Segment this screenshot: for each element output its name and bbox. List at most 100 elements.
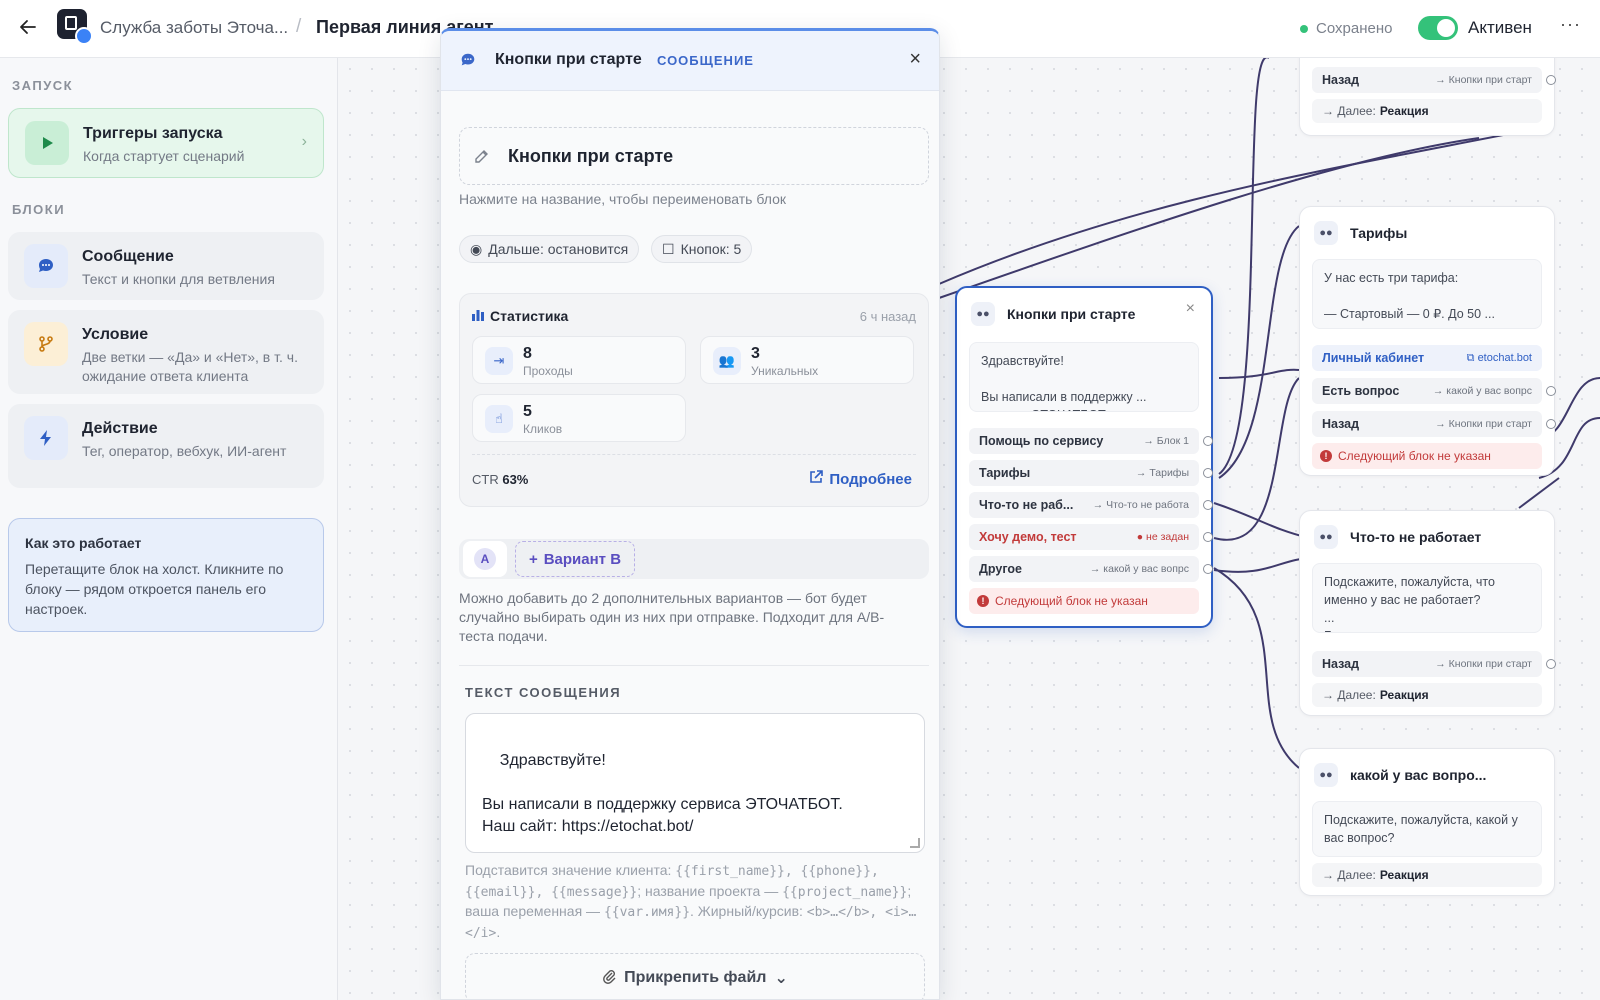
node-button-row[interactable]: Хочу демо, тест ● не задан — [969, 524, 1213, 550]
node-title: Тарифы — [1350, 225, 1408, 241]
output-port[interactable] — [1546, 419, 1556, 429]
stat-unique: 👥 3 Уникальных — [700, 336, 914, 384]
message-text-input[interactable]: Здравствуйте! Вы написали в поддержку се… — [465, 713, 925, 853]
row-label: Тарифы — [979, 466, 1031, 480]
close-icon[interactable]: × — [909, 48, 921, 71]
save-status-label: Сохранено — [1316, 20, 1393, 37]
variant-a-label: A — [474, 548, 496, 570]
next-row: → Далее: Реакция — [1312, 683, 1542, 707]
chat-bubble-icon: ●● — [1314, 221, 1338, 245]
block-name-field[interactable]: Кнопки при старте — [459, 127, 929, 185]
branch-icon — [24, 322, 68, 366]
row-label: Есть вопрос — [1322, 384, 1400, 398]
output-port[interactable] — [1203, 468, 1213, 478]
project-name[interactable]: Служба заботы Эточа... — [100, 18, 288, 38]
warning-row: ! Следующий блок не указан — [969, 588, 1199, 614]
users-icon: 👥 — [713, 347, 741, 375]
output-port[interactable] — [1203, 500, 1213, 510]
back-arrow-icon[interactable] — [16, 15, 40, 39]
block-message-subtitle: Текст и кнопки для ветвления — [82, 271, 275, 287]
node-button-row[interactable]: Назад → Кнопки при старт — [1312, 67, 1556, 93]
row-target: → Блок 1 — [1143, 435, 1189, 447]
row-target: → какой у вас вопрс — [1089, 563, 1189, 575]
node-start-buttons[interactable]: ●● Кнопки при старте × Здравствуйте! Вы н… — [955, 286, 1213, 628]
warning-text: Следующий блок не указан — [995, 594, 1148, 608]
block-condition-subtitle: Две ветки — «Да» и «Нет», в т. ч. ожидан… — [82, 349, 298, 384]
node-something-broken[interactable]: ●● Что-то не работает Подскажите, пожалуй… — [1299, 510, 1556, 716]
ctr-value: 63% — [502, 472, 529, 487]
variant-hint: Можно добавить до 2 дополнительных вариа… — [459, 590, 885, 644]
section-divider — [459, 665, 929, 666]
row-target: → Кнопки при старт — [1435, 658, 1532, 670]
node-partial-top[interactable]: Назад → Кнопки при старт → Далее: Реакция — [1299, 58, 1556, 136]
next-value: Реакция — [1379, 104, 1429, 118]
attach-file-button[interactable]: Прикрепить файл ⌄ — [465, 953, 925, 999]
active-label: Активен — [1468, 18, 1532, 37]
next-row: → Далее: Реакция — [1312, 863, 1542, 887]
error-icon: ! — [977, 595, 989, 607]
more-menu-icon[interactable]: ··· — [1560, 14, 1581, 35]
variant-a-tab[interactable]: A — [463, 541, 507, 577]
stat-label: Кликов — [523, 422, 563, 436]
next-prefix: → Далее: — [1322, 688, 1376, 702]
chat-bubble-icon: ●● — [1314, 763, 1338, 787]
save-status: Сохранено — [1300, 20, 1392, 37]
active-toggle[interactable] — [1418, 16, 1458, 40]
row-target: → Кнопки при старт — [1435, 74, 1532, 86]
row-target: → Кнопки при старт — [1435, 418, 1532, 430]
ctr-label: CTR — [472, 472, 499, 487]
link-row[interactable]: Личный кабинет ⧉ etochat.bot — [1312, 345, 1542, 371]
node-what-question[interactable]: ●● какой у вас вопро... Подскажите, пожал… — [1299, 748, 1555, 896]
node-button-row[interactable]: Назад → Кнопки при старт — [1312, 411, 1556, 437]
node-button-row[interactable]: Назад → Кнопки при старт — [1312, 651, 1556, 677]
node-tariffs[interactable]: ●● Тарифы У нас есть три тарифа: — Старто… — [1299, 206, 1556, 476]
next-behavior-pill[interactable]: ◉ Дальше: остановится — [459, 235, 640, 263]
chevron-down-icon: ⌄ — [774, 970, 788, 987]
node-title: какой у вас вопро... — [1350, 767, 1487, 783]
node-button-row[interactable]: Помощь по сервису → Блок 1 — [969, 428, 1213, 454]
statistics-updated: 6 ч назад — [859, 309, 916, 324]
buttons-count-pill[interactable]: ☐ Кнопок: 5 — [651, 235, 753, 263]
attach-file-label: Прикрепить файл — [624, 969, 767, 986]
add-variant-button[interactable]: + Вариант B — [515, 541, 635, 577]
trigger-card[interactable]: Триггеры запуска Когда стартует сценарий… — [8, 108, 324, 178]
row-label: Что-то не раб... — [979, 498, 1074, 512]
block-action-title: Действие — [82, 420, 158, 437]
resize-handle[interactable] — [910, 838, 920, 848]
help-title: Как это работает — [25, 535, 142, 551]
details-link[interactable]: Подробнее — [809, 470, 912, 488]
block-message[interactable]: Сообщение Текст и кнопки для ветвления — [8, 232, 324, 300]
output-port[interactable] — [1203, 532, 1213, 542]
output-port[interactable] — [1203, 564, 1213, 574]
radio-icon: ◉ — [470, 240, 483, 257]
node-button-row[interactable]: Тарифы → Тарифы — [969, 460, 1213, 486]
statistics-title: Статистика — [490, 308, 569, 324]
ctr-readout: CTR 63% — [472, 472, 528, 487]
block-condition[interactable]: Условие Две ветки — «Да» и «Нет», в т. ч… — [8, 310, 324, 394]
node-button-row[interactable]: Что-то не раб... → Что-то не работа — [969, 492, 1213, 518]
stat-passes: ⇥ 8 Проходы — [472, 336, 686, 384]
app-logo[interactable] — [57, 9, 93, 45]
stat-value: 5 — [523, 403, 532, 420]
output-port[interactable] — [1203, 436, 1213, 446]
node-title: Кнопки при старте — [1007, 306, 1136, 322]
output-port[interactable] — [1546, 75, 1556, 85]
node-button-row[interactable]: Другое → какой у вас вопрс — [969, 556, 1213, 582]
section-blocks: БЛОКИ — [12, 202, 66, 217]
output-port[interactable] — [1546, 386, 1556, 396]
block-name-value: Кнопки при старте — [508, 146, 674, 166]
help-body: Перетащите блок на холст. Кликните по бл… — [25, 561, 284, 617]
chat-bubble-icon: ●● — [971, 302, 995, 326]
row-target: ● не задан — [1136, 531, 1189, 543]
row-target: → какой у вас вопрс — [1432, 385, 1532, 397]
close-icon[interactable]: × — [1186, 300, 1195, 318]
play-icon — [25, 121, 69, 165]
node-button-row[interactable]: Есть вопрос → какой у вас вопрс — [1312, 378, 1556, 404]
block-condition-title: Условие — [82, 326, 149, 343]
link-label: Личный кабинет — [1322, 351, 1425, 365]
block-action[interactable]: Действие Тег, оператор, вебхук, ИИ-агент — [8, 404, 324, 488]
stat-label: Проходы — [523, 364, 573, 378]
checkbox-icon: ☐ — [662, 240, 675, 257]
output-port[interactable] — [1546, 659, 1556, 669]
stat-value: 3 — [751, 345, 760, 362]
